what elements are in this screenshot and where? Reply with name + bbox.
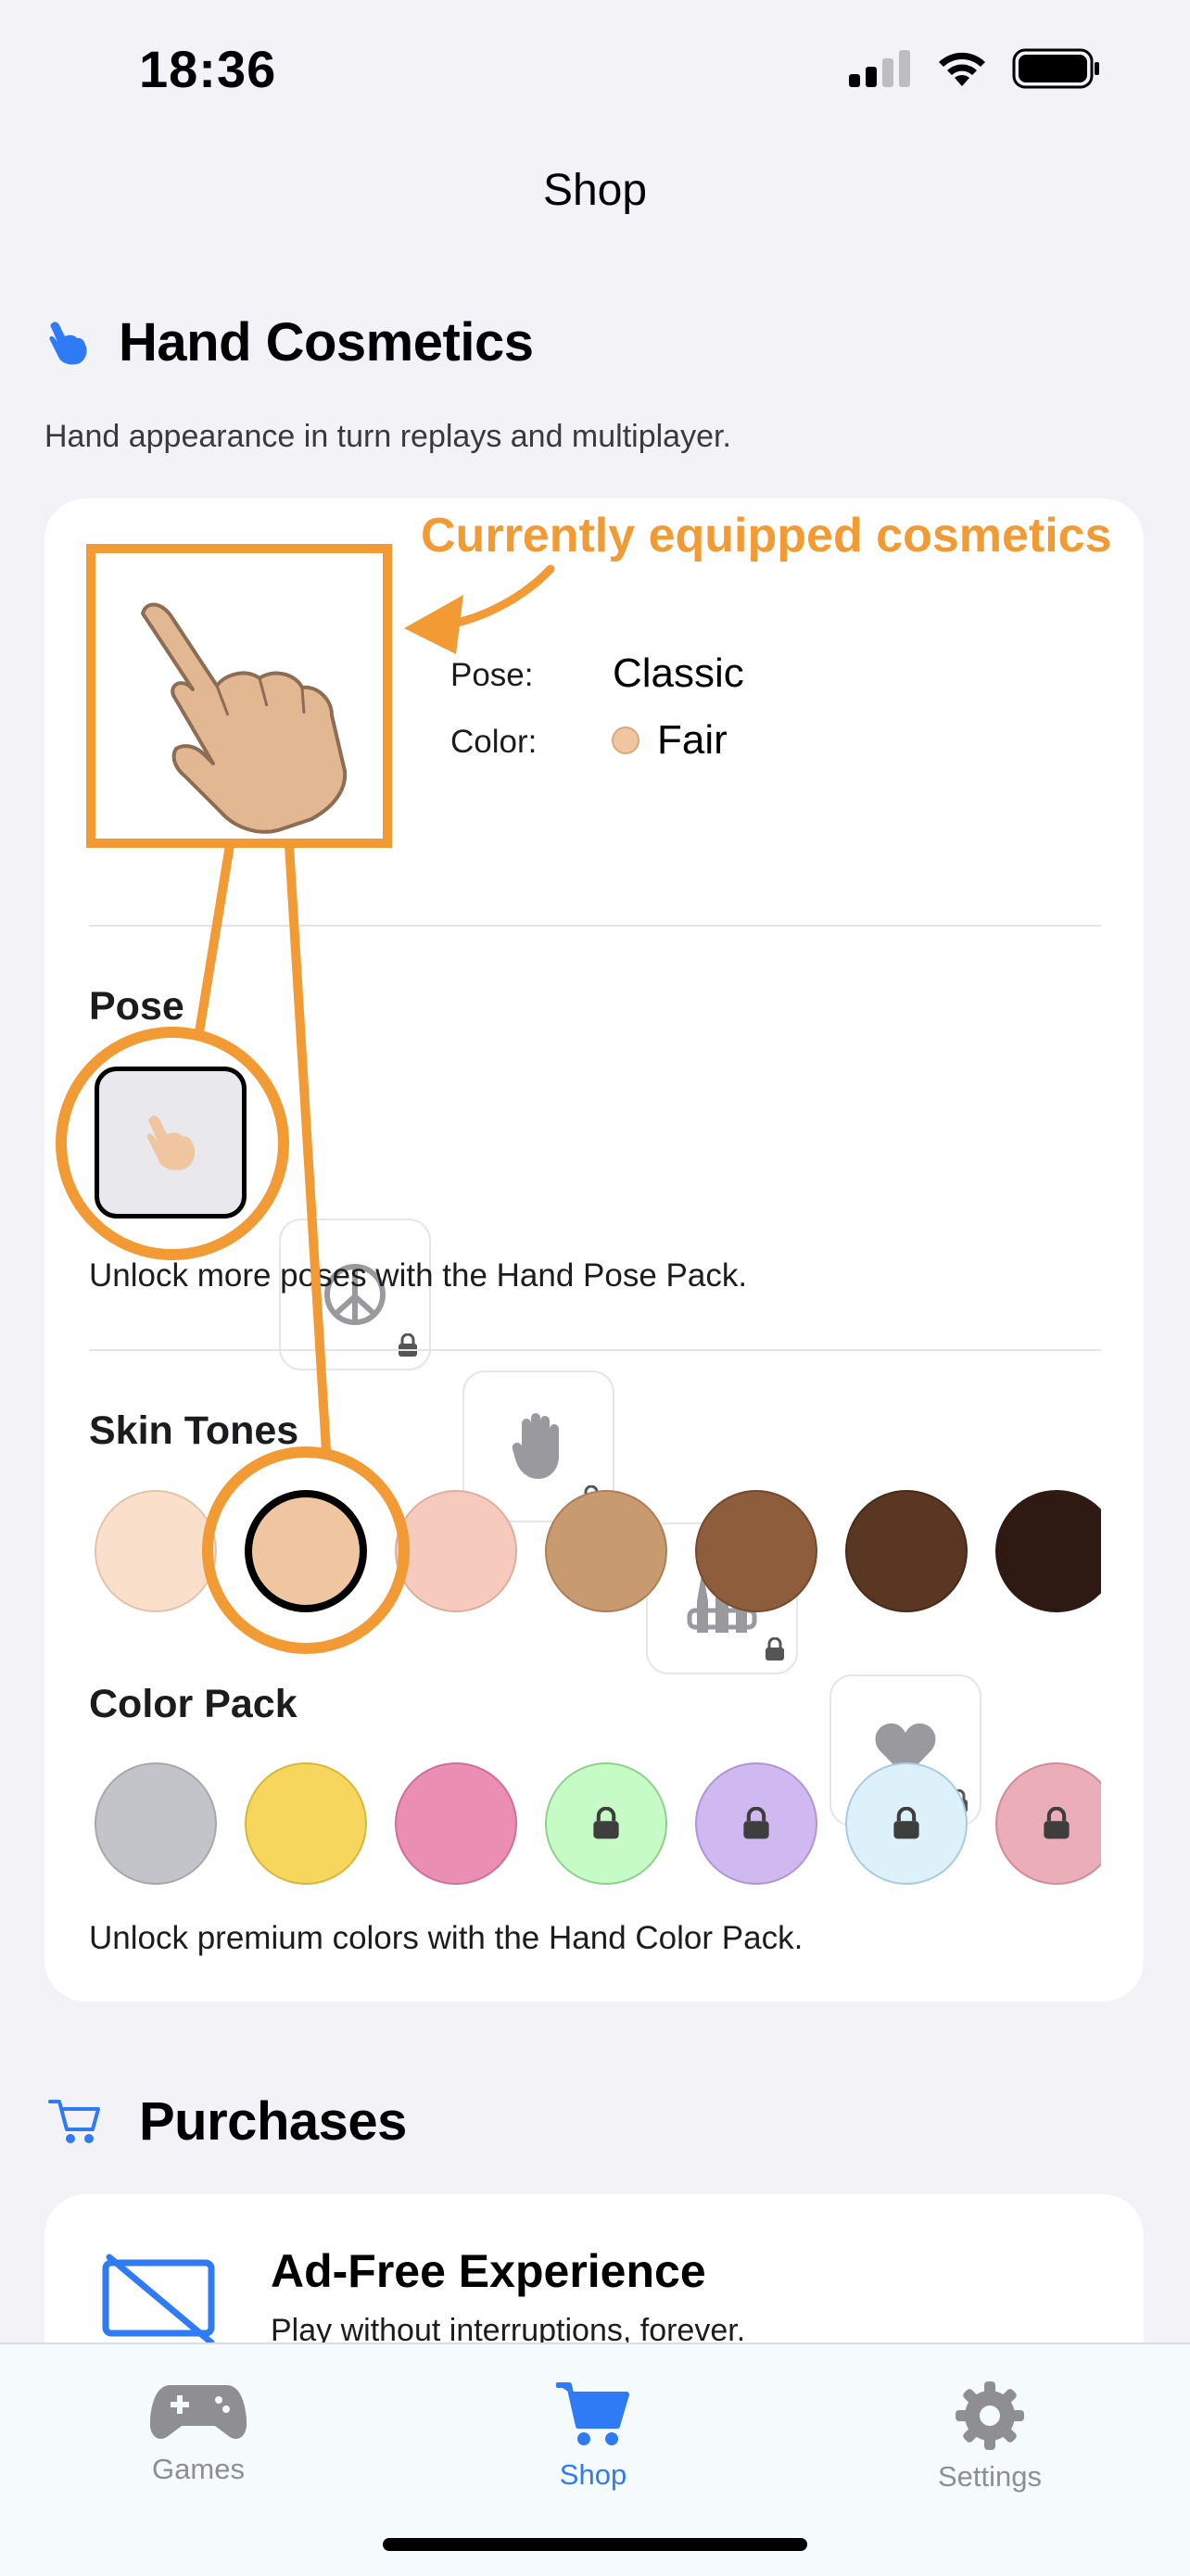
tab-shop[interactable]: Shop [491, 2381, 695, 2492]
tab-label-shop: Shop [559, 2458, 627, 2491]
annotation-overlay [56, 544, 555, 1654]
annotation-label: Currently equipped cosmetics [421, 509, 1112, 562]
home-indicator [383, 2538, 807, 2551]
cart-icon [555, 2382, 629, 2445]
annotation-leader-pose [194, 844, 234, 1039]
annotation-pose-circle [56, 1027, 289, 1260]
gamepad-icon [149, 2385, 247, 2439]
cart-icon [48, 2099, 100, 2143]
annotation-skin-circle [202, 1446, 410, 1654]
section-title-purchases: Purchases [139, 2091, 407, 2152]
ad-free-title: Ad-Free Experience [271, 2245, 706, 2297]
tab-label-games: Games [152, 2453, 245, 2485]
no-ads-icon [102, 2254, 215, 2346]
annotation-leader-skin [285, 844, 331, 1452]
purchases-header: Purchases [48, 2090, 407, 2153]
tab-games[interactable]: Games [96, 2381, 300, 2486]
annotation-equipped-box [86, 544, 392, 848]
tab-settings[interactable]: Settings [888, 2381, 1092, 2494]
gear-icon [956, 2381, 1024, 2450]
tab-label-settings: Settings [937, 2460, 1042, 2493]
annotation-arrowhead [404, 595, 463, 654]
